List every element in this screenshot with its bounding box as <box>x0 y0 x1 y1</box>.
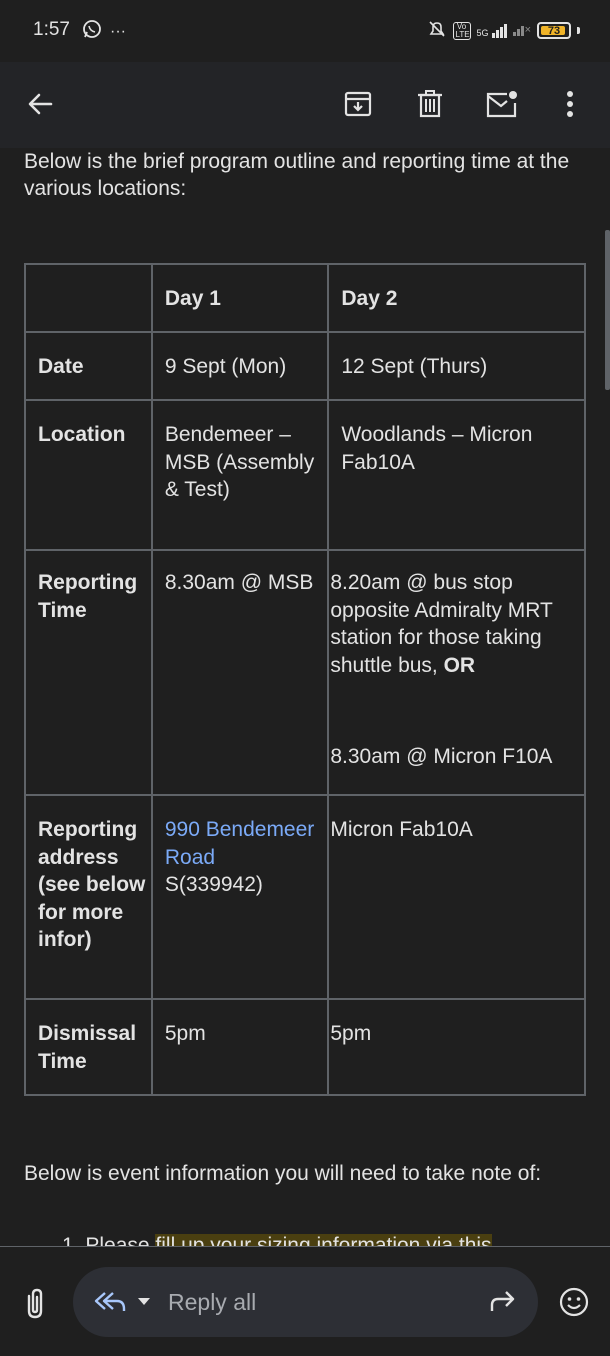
whatsapp-icon <box>82 19 102 44</box>
table-cell: 8.30am @ MSB <box>150 549 330 796</box>
email-toolbar <box>0 62 610 148</box>
more-notifications-icon: ··· <box>110 22 126 40</box>
reply-bar: Reply all <box>0 1247 610 1356</box>
forward-icon[interactable] <box>488 1287 516 1315</box>
table-cell: Bendemeer – MSB (Assembly & Test) <box>150 399 330 551</box>
table-header-day1: Day 1 <box>150 263 330 333</box>
table-cell: Micron Fab10A <box>327 794 586 1000</box>
trash-icon <box>418 90 442 118</box>
table-row: Day 1 Day 2 <box>24 263 586 333</box>
scrollbar[interactable] <box>605 230 610 390</box>
table-row: Reporting Time 8.30am @ MSB 8.20am @ bus… <box>24 549 586 796</box>
row-label-reporting-time: Reporting Time <box>24 549 153 796</box>
row-label-date: Date <box>24 331 153 401</box>
program-outline-table: Day 1 Day 2 Date 9 Sept (Mon) 12 Sept (T… <box>24 263 586 1096</box>
signal-5g-icon: 5G <box>477 23 507 38</box>
status-time: 1:57 <box>33 19 70 40</box>
mark-unread-button[interactable] <box>480 82 524 126</box>
mute-bell-icon <box>427 19 447 42</box>
event-info-text: Below is event information you will need… <box>24 1162 542 1185</box>
table-cell: 5pm <box>150 998 330 1096</box>
back-arrow-icon <box>28 93 53 115</box>
signal-no-service-icon: × <box>512 25 531 36</box>
table-cell <box>24 263 153 333</box>
status-right-icons: Vo LTE 5G × 73 <box>427 19 580 42</box>
table-header-day2: Day 2 <box>327 263 586 333</box>
postal-code-text: S(339942) <box>164 873 263 896</box>
reply-all-placeholder: Reply all <box>168 1289 257 1315</box>
reply-all-icon <box>94 1292 126 1311</box>
status-left-icons: ··· <box>82 19 126 44</box>
reporting-time-bus-text: 8.20am @ bus stop opposite Admiralty MRT… <box>330 571 553 677</box>
row-label-location: Location <box>24 399 153 551</box>
table-cell: Woodlands – Micron Fab10A <box>327 399 586 551</box>
table-cell: 12 Sept (Thurs) <box>327 331 586 401</box>
attach-button[interactable] <box>18 1287 52 1321</box>
more-vert-icon <box>567 91 573 117</box>
address-link[interactable]: 990 Bendemeer Road <box>165 818 314 869</box>
table-row: Dismissal Time 5pm 5pm <box>24 998 586 1096</box>
mark-unread-icon <box>486 91 517 118</box>
reply-all-field[interactable]: Reply all <box>73 1267 538 1337</box>
emoji-icon[interactable] <box>558 1286 590 1318</box>
table-row: Location Bendemeer – MSB (Assembly & Tes… <box>24 399 586 551</box>
battery-icon: 73 <box>537 22 571 39</box>
back-button[interactable] <box>18 82 62 126</box>
row-label-dismissal-time: Dismissal Time <box>24 998 153 1096</box>
volte-icon: Vo LTE <box>452 21 471 40</box>
intro-text: Below is the brief program outline and r… <box>24 150 570 200</box>
table-cell: 8.20am @ bus stop opposite Admiralty MRT… <box>327 549 586 796</box>
table-row: Date 9 Sept (Mon) 12 Sept (Thurs) <box>24 331 586 401</box>
status-bar: 1:57 ··· Vo LTE 5G × 73 <box>0 0 610 62</box>
email-body: Below is the brief program outline and r… <box>0 148 600 1246</box>
delete-button[interactable] <box>408 82 452 126</box>
archive-icon <box>344 91 372 117</box>
highlighted-text: fill up your sizing information via this <box>155 1234 492 1246</box>
reporting-time-direct-text: 8.30am @ Micron F10A <box>330 745 553 768</box>
table-row: Reporting address (see below for more in… <box>24 794 586 1000</box>
list-item: 1. Please fill up your sizing informatio… <box>62 1234 492 1246</box>
paperclip-icon <box>27 1288 43 1319</box>
more-options-button[interactable] <box>548 82 592 126</box>
archive-button[interactable] <box>336 82 380 126</box>
table-cell: 5pm <box>327 998 586 1096</box>
chevron-down-icon[interactable] <box>137 1297 151 1307</box>
or-text: OR <box>443 653 476 677</box>
row-label-reporting-address: Reporting address (see below for more in… <box>24 794 153 1000</box>
table-cell: 9 Sept (Mon) <box>150 331 330 401</box>
table-cell: 990 Bendemeer Road S(339942) <box>150 794 330 1000</box>
